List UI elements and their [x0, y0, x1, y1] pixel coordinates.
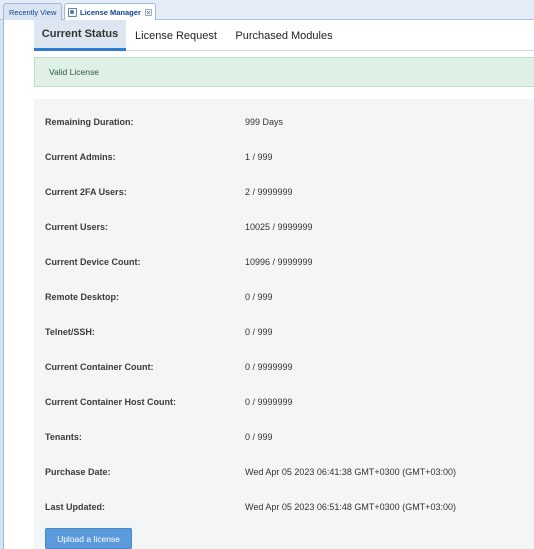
- upload-license-button[interactable]: Upload a license: [45, 528, 132, 549]
- detail-row-current-container-host-count: Current Container Host Count: 0 / 999999…: [34, 393, 534, 413]
- detail-label: Telnet/SSH:: [45, 327, 95, 337]
- tab-current-status-label: Current Status: [41, 28, 119, 40]
- detail-label: Current Container Host Count:: [45, 397, 176, 407]
- detail-row-remaining-duration: Remaining Duration: 999 Days: [34, 113, 534, 133]
- detail-label: Purchase Date:: [45, 467, 111, 477]
- tab-license-request-label: License Request: [135, 29, 217, 42]
- detail-value: 0 / 9999999: [245, 397, 293, 407]
- detail-value: 999 Days: [245, 117, 284, 127]
- detail-row-current-device-count: Current Device Count: 10996 / 9999999: [34, 253, 534, 273]
- detail-value: 2 / 9999999: [245, 187, 293, 197]
- detail-row-current-2fa-users: Current 2FA Users: 2 / 9999999: [34, 183, 534, 203]
- detail-label: Current Container Count:: [45, 362, 154, 372]
- left-gutter: [5, 20, 34, 549]
- detail-label: Current Users:: [45, 222, 109, 232]
- detail-value: 0 / 9999999: [245, 362, 293, 372]
- detail-label: Current 2FA Users:: [45, 187, 127, 197]
- tab-purchased-modules[interactable]: Purchased Modules: [226, 20, 342, 51]
- license-details-panel: Remaining Duration: 999 Days Current Adm…: [34, 99, 534, 549]
- detail-value: 1 / 999: [245, 152, 273, 162]
- detail-row-remote-desktop: Remote Desktop: 0 / 999: [34, 288, 534, 308]
- detail-label: Current Device Count:: [45, 257, 141, 267]
- document-tab-strip: Recently View License Manager ×: [0, 0, 534, 21]
- detail-label: Current Admins:: [45, 152, 116, 162]
- detail-row-tenants: Tenants: 0 / 999: [34, 428, 534, 448]
- left-rail: [0, 20, 4, 549]
- detail-label: Last Updated:: [45, 502, 106, 512]
- license-tabs: Current Status License Request Purchased…: [34, 20, 534, 51]
- detail-value: 0 / 999: [245, 292, 273, 302]
- detail-value: 10996 / 9999999: [245, 257, 313, 267]
- detail-row-current-container-count: Current Container Count: 0 / 9999999: [34, 358, 534, 378]
- tab-recently-view[interactable]: Recently View: [3, 3, 62, 20]
- detail-row-last-updated: Last Updated: Wed Apr 05 2023 06:51:48 G…: [34, 498, 534, 518]
- tab-recently-view-label: Recently View: [9, 7, 57, 17]
- license-icon: [68, 8, 77, 17]
- tab-current-status[interactable]: Current Status: [34, 20, 126, 51]
- detail-value: 0 / 999: [245, 432, 273, 442]
- detail-value: Wed Apr 05 2023 06:51:48 GMT+0300 (GMT+0…: [245, 502, 456, 512]
- detail-label: Remote Desktop:: [45, 292, 120, 302]
- tab-license-request[interactable]: License Request: [126, 20, 226, 51]
- license-status-text: Valid License: [49, 67, 99, 77]
- license-status-alert: Valid License: [34, 57, 534, 87]
- detail-value: 10025 / 9999999: [245, 222, 313, 232]
- upload-license-label: Upload a license: [57, 533, 120, 544]
- close-icon[interactable]: ×: [144, 9, 152, 17]
- detail-row-purchase-date: Purchase Date: Wed Apr 05 2023 06:41:38 …: [34, 463, 534, 483]
- detail-row-current-users: Current Users: 10025 / 9999999: [34, 218, 534, 238]
- detail-value: Wed Apr 05 2023 06:41:38 GMT+0300 (GMT+0…: [245, 467, 456, 477]
- tab-purchased-modules-label: Purchased Modules: [235, 29, 333, 42]
- tab-license-manager-label: License Manager: [80, 8, 141, 17]
- detail-row-telnet-ssh: Telnet/SSH: 0 / 999: [34, 323, 534, 343]
- detail-label: Tenants:: [45, 432, 82, 442]
- tab-license-manager[interactable]: License Manager ×: [64, 3, 156, 21]
- detail-value: 0 / 999: [245, 327, 273, 337]
- detail-label: Remaining Duration:: [45, 117, 134, 127]
- detail-row-current-admins: Current Admins: 1 / 999: [34, 148, 534, 168]
